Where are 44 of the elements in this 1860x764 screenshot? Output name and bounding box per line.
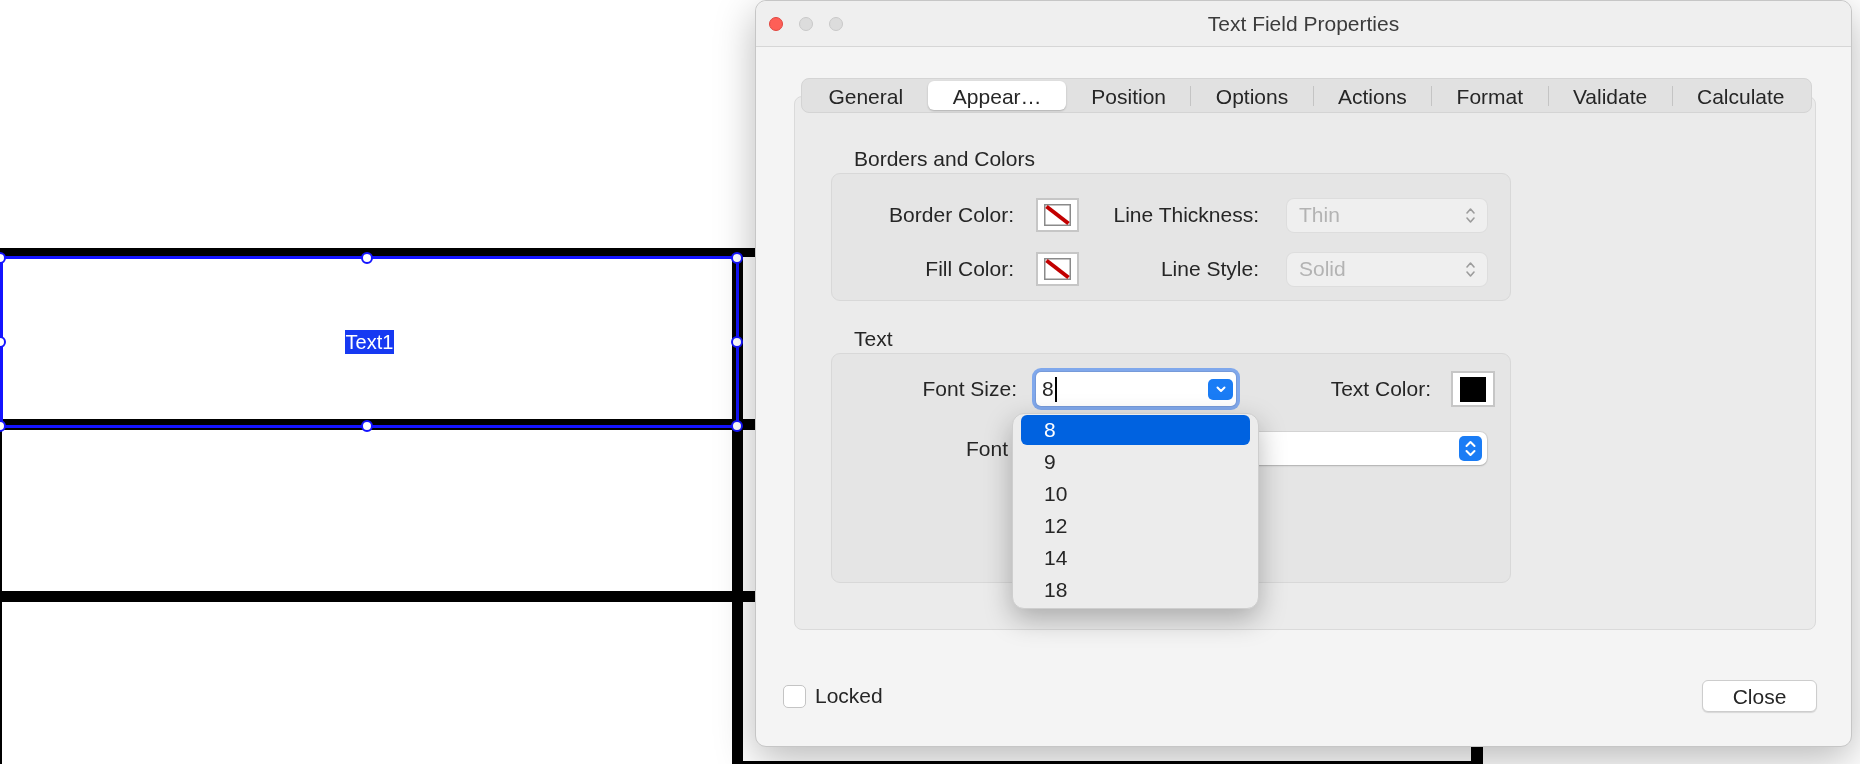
color-well[interactable]	[1036, 252, 1079, 286]
checkbox[interactable]	[783, 684, 806, 708]
font-size-combo-box[interactable]: 8	[1032, 368, 1240, 410]
field-label: Line Style:	[1159, 256, 1260, 283]
color-well[interactable]	[1036, 198, 1079, 232]
text-cursor-icon	[1054, 376, 1057, 402]
tab[interactable]: Format	[1432, 81, 1548, 110]
dropdown-option[interactable]: 18	[1021, 575, 1250, 605]
tab[interactable]: Calculate	[1672, 81, 1809, 110]
field-label: Line Thickness:	[1112, 202, 1260, 229]
up-down-arrows-icon	[1459, 436, 1482, 461]
field-label: Font	[964, 435, 1008, 462]
dropdown-button[interactable]	[1208, 378, 1233, 400]
field-label: Font Size:	[921, 376, 1017, 403]
window-title: Text Field Properties	[1207, 10, 1400, 37]
text-field[interactable]: Text1	[0, 256, 739, 428]
up-down-arrows-icon	[1465, 260, 1476, 278]
resize-handle[interactable]	[361, 252, 373, 264]
resize-handle[interactable]	[731, 252, 743, 264]
dropdown-option[interactable]: 10	[1021, 479, 1250, 509]
window-close-icon[interactable]	[769, 16, 783, 31]
color-well[interactable]	[1451, 371, 1495, 407]
tab[interactable]: Appear…	[928, 81, 1066, 110]
resize-handle[interactable]	[731, 336, 743, 348]
tab[interactable]: Validate	[1548, 81, 1672, 110]
group-title: Text	[854, 327, 894, 351]
dropdown-option[interactable]: 8	[1021, 415, 1250, 445]
checkbox-label[interactable]: Locked	[815, 680, 883, 712]
field-label: Border Color:	[888, 202, 1015, 229]
up-down-arrows-icon	[1465, 206, 1476, 224]
tab[interactable]: Options	[1191, 81, 1313, 110]
font-size-value: 8	[1042, 377, 1054, 401]
field-label: Text Color:	[1329, 376, 1431, 403]
dropdown-option[interactable]: 12	[1021, 511, 1250, 541]
dropdown-option[interactable]: 9	[1021, 447, 1250, 477]
tab[interactable]: Actions	[1313, 81, 1432, 110]
close-button[interactable]: Close	[1702, 680, 1817, 712]
tab[interactable]: Position	[1066, 81, 1191, 110]
group-title: Borders and Colors	[854, 147, 1036, 171]
chevron-down-icon	[1215, 385, 1226, 393]
tab[interactable]: General	[804, 81, 928, 110]
field-name-label: Text1	[344, 330, 395, 354]
field-label: Fill Color:	[924, 256, 1015, 283]
dropdown-option[interactable]: 14	[1021, 543, 1250, 573]
